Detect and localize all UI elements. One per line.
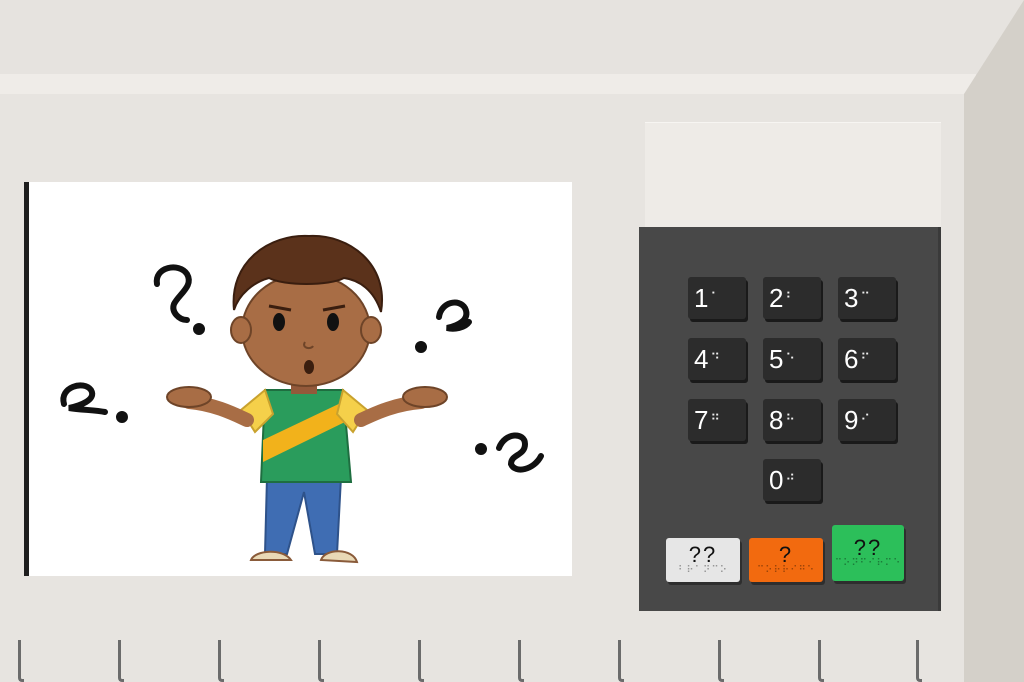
braille-dots: ⠉⠕⠗⠗⠊⠛⠑ bbox=[756, 565, 816, 576]
braille-dots: ⠉⠕⠝⠋⠊⠗⠍⠑ bbox=[834, 558, 902, 569]
button-label: ?? bbox=[853, 535, 883, 560]
braille-dots: ⠃⠗⠁⠝⠉⠕ bbox=[678, 565, 728, 576]
button-label: ?? bbox=[688, 542, 718, 567]
machine-side bbox=[964, 0, 1024, 682]
cable-hook bbox=[718, 640, 724, 682]
key-7[interactable]: 7 ⠛ bbox=[688, 399, 746, 441]
voting-machine: 1 ⠁ 2 ⠃ 3 ⠉ 4 ⠙ 5 ⠑ 6 ⠋ 7 ⠛ 8 ⠓ 9 ⠊ 0 ⠚ ?? ⠃⠗⠁⠝⠉⠕ … bbox=[0, 0, 1024, 682]
key-label: 2 bbox=[769, 283, 784, 313]
braille-dots: ⠋ bbox=[860, 351, 869, 366]
orange-function-button[interactable]: ? ⠉⠕⠗⠗⠊⠛⠑ bbox=[749, 538, 823, 582]
key-label: 7 bbox=[694, 405, 709, 435]
braille-dots: ⠃ bbox=[785, 290, 794, 305]
machine-top bbox=[0, 0, 1024, 78]
key-label: 9 bbox=[844, 405, 859, 435]
key-3[interactable]: 3 ⠉ bbox=[838, 277, 896, 319]
keypad: 1 ⠁ 2 ⠃ 3 ⠉ 4 ⠙ 5 ⠑ 6 ⠋ 7 ⠛ 8 ⠓ 9 ⠊ 0 ⠚ ?? ⠃⠗⠁⠝⠉⠕ … bbox=[639, 227, 941, 611]
button-label: ? bbox=[778, 542, 794, 567]
cable-hook bbox=[518, 640, 524, 682]
key-label: 3 bbox=[844, 283, 859, 313]
braille-dots: ⠁ bbox=[710, 290, 719, 305]
braille-dots: ⠙ bbox=[710, 351, 719, 366]
key-1[interactable]: 1 ⠁ bbox=[688, 277, 746, 319]
green-function-button[interactable]: ?? ⠉⠕⠝⠋⠊⠗⠍⠑ bbox=[832, 525, 904, 581]
cable-hook bbox=[418, 640, 424, 682]
cable-hook bbox=[18, 640, 24, 682]
braille-dots: ⠉ bbox=[860, 290, 869, 305]
key-0[interactable]: 0 ⠚ bbox=[763, 459, 821, 501]
key-label: 1 bbox=[694, 283, 709, 313]
key-2[interactable]: 2 ⠃ bbox=[763, 277, 821, 319]
key-4[interactable]: 4 ⠙ bbox=[688, 338, 746, 380]
cable-hook bbox=[818, 640, 824, 682]
key-label: 6 bbox=[844, 344, 859, 374]
cable-hook bbox=[118, 640, 124, 682]
display-slot bbox=[645, 122, 941, 227]
key-8[interactable]: 8 ⠓ bbox=[763, 399, 821, 441]
cable-hook bbox=[318, 640, 324, 682]
braille-dots: ⠓ bbox=[785, 412, 794, 427]
key-9[interactable]: 9 ⠊ bbox=[838, 399, 896, 441]
braille-dots: ⠛ bbox=[710, 412, 719, 427]
cable-hook bbox=[218, 640, 224, 682]
key-label: 4 bbox=[694, 344, 709, 374]
cable-hook bbox=[916, 640, 922, 682]
key-6[interactable]: 6 ⠋ bbox=[838, 338, 896, 380]
key-label: 0 bbox=[769, 465, 784, 495]
braille-dots: ⠊ bbox=[860, 412, 869, 427]
key-label: 8 bbox=[769, 405, 784, 435]
white-function-button[interactable]: ?? ⠃⠗⠁⠝⠉⠕ bbox=[666, 538, 740, 582]
voting-screen bbox=[24, 182, 572, 576]
confused-child-icon bbox=[60, 234, 544, 564]
key-label: 5 bbox=[769, 344, 784, 374]
machine-trim bbox=[0, 74, 976, 94]
cable-hook bbox=[618, 640, 624, 682]
braille-dots: ⠑ bbox=[785, 351, 794, 366]
braille-dots: ⠚ bbox=[785, 472, 794, 487]
key-5[interactable]: 5 ⠑ bbox=[763, 338, 821, 380]
